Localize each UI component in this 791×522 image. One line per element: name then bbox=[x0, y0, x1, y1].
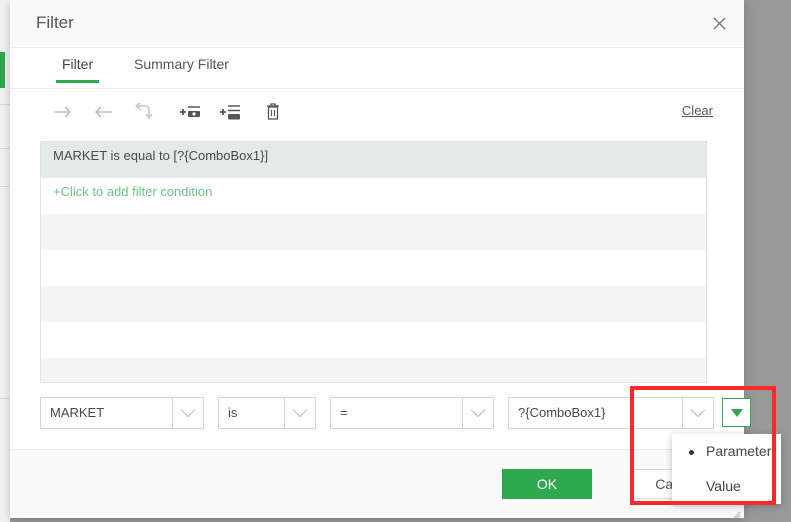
menu-item-parameter[interactable]: Parameter bbox=[672, 434, 781, 469]
is-combobox[interactable]: is bbox=[218, 397, 316, 429]
background-green-marker bbox=[0, 52, 5, 88]
background-app-strip bbox=[0, 0, 10, 522]
dialog-titlebar: Filter bbox=[10, 0, 744, 48]
arrow-left-icon[interactable] bbox=[88, 97, 118, 127]
screen: Filter Filter Summary Filter Clear MARKE… bbox=[0, 0, 791, 522]
trash-icon[interactable] bbox=[258, 97, 288, 127]
menu-item-value[interactable]: Value bbox=[672, 469, 781, 504]
empty-row[interactable] bbox=[41, 286, 706, 322]
triangle-down-icon bbox=[730, 408, 743, 417]
undo-arrow-icon[interactable] bbox=[128, 97, 158, 127]
filter-condition-row[interactable]: MARKET is equal to [?{ComboBox1}] bbox=[41, 142, 706, 178]
add-filter-condition-link[interactable]: +Click to add filter condition bbox=[41, 178, 706, 214]
operator-combobox-value: = bbox=[330, 397, 462, 429]
background-divider bbox=[0, 186, 10, 187]
menu-item-value-label: Value bbox=[706, 478, 741, 494]
chevron-down-icon[interactable] bbox=[462, 397, 494, 429]
empty-row[interactable] bbox=[41, 322, 706, 358]
value-combobox[interactable]: ?{ComboBox1} bbox=[508, 397, 714, 429]
tab-filter[interactable]: Filter bbox=[55, 56, 100, 83]
add-group-icon[interactable] bbox=[216, 97, 246, 127]
operator-combobox[interactable]: = bbox=[330, 397, 494, 429]
dialog-tabs: Filter Summary Filter bbox=[10, 48, 744, 89]
ok-button[interactable]: OK bbox=[502, 469, 592, 499]
tab-summary-filter[interactable]: Summary Filter bbox=[134, 56, 229, 83]
clear-link[interactable]: Clear bbox=[682, 103, 713, 118]
empty-row[interactable] bbox=[41, 358, 706, 382]
is-combobox-value: is bbox=[218, 397, 284, 429]
close-icon[interactable] bbox=[702, 6, 736, 40]
filter-dialog: Filter Filter Summary Filter Clear MARKE… bbox=[10, 0, 751, 521]
background-divider bbox=[0, 148, 10, 149]
field-combobox[interactable]: MARKET bbox=[40, 397, 204, 429]
dialog-title: Filter bbox=[36, 13, 74, 32]
filter-condition-list[interactable]: MARKET is equal to [?{ComboBox1}] +Click… bbox=[40, 141, 707, 383]
arrow-right-icon[interactable] bbox=[48, 97, 78, 127]
background-divider bbox=[0, 398, 10, 399]
field-combobox-value: MARKET bbox=[40, 397, 172, 429]
filter-toolbar: Clear bbox=[10, 93, 744, 133]
empty-row[interactable] bbox=[41, 250, 706, 286]
background-divider bbox=[0, 104, 10, 105]
chevron-down-icon[interactable] bbox=[682, 397, 714, 429]
value-combobox-value: ?{ComboBox1} bbox=[508, 397, 682, 429]
parameter-mode-button[interactable] bbox=[722, 398, 751, 427]
add-condition-icon[interactable] bbox=[176, 97, 206, 127]
menu-item-parameter-label: Parameter bbox=[706, 443, 772, 459]
dialog-footer: OK Cancel bbox=[10, 449, 744, 521]
empty-row[interactable] bbox=[41, 214, 706, 250]
parameter-value-menu[interactable]: Parameter Value bbox=[672, 434, 781, 504]
chevron-down-icon[interactable] bbox=[284, 397, 316, 429]
chevron-down-icon[interactable] bbox=[172, 397, 204, 429]
selected-bullet-icon bbox=[689, 450, 694, 455]
condition-editor-row: MARKET is = ?{ComboBox1} bbox=[40, 397, 751, 429]
